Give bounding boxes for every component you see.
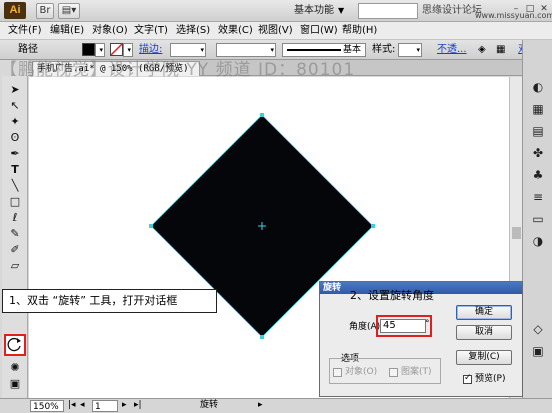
rotate-tool-icon[interactable] bbox=[4, 334, 26, 356]
arrange-docs-button[interactable]: ▤▾ bbox=[58, 3, 80, 19]
menu-object[interactable]: 对象(O) bbox=[92, 24, 128, 38]
panel-dock: ◐ ▦ ▤ ✤ ♣ ≡ ▭ ◑ ◇ ▣ bbox=[522, 40, 552, 398]
objects-label: 对象(O) bbox=[345, 367, 378, 377]
angle-highlight-box bbox=[376, 315, 432, 337]
artboards-icon[interactable]: ▣ bbox=[531, 344, 545, 358]
menu-window[interactable]: 窗口(W) bbox=[300, 24, 338, 38]
color-panel-icon[interactable]: ◐ bbox=[531, 80, 545, 94]
fill-swatch[interactable] bbox=[82, 43, 95, 56]
scroll-thumb[interactable] bbox=[512, 227, 521, 239]
gradient-panel-icon[interactable]: ▭ bbox=[531, 212, 545, 226]
current-tool-status: 旋转 bbox=[200, 400, 219, 410]
warp-tool-icon[interactable]: ✺ bbox=[5, 360, 25, 376]
pencil-icon[interactable]: ✎ bbox=[5, 226, 25, 242]
pattern-label: 图案(T) bbox=[401, 367, 432, 377]
paintbrush-icon[interactable]: ℓ bbox=[5, 210, 25, 226]
brushes-icon[interactable]: ✤ bbox=[531, 146, 545, 160]
brush-dropdown[interactable]: 基本 bbox=[282, 43, 366, 57]
workspace-switcher[interactable]: 基本功能 bbox=[262, 3, 334, 19]
magic-wand-icon[interactable]: ✦ bbox=[5, 114, 25, 130]
control-bar: 路径 ▾ ▾ 描边: ▾ ▾ 基本 样式: ▾ 不透... ◈ ▦ 对齐 bbox=[0, 40, 552, 60]
step1-callout: 1、双击 “旋转” 工具，打开对话框 bbox=[2, 289, 217, 313]
grid-icon[interactable]: ▦ bbox=[496, 43, 505, 57]
menu-help[interactable]: 帮助(H) bbox=[342, 24, 377, 38]
menu-file[interactable]: 文件(F) bbox=[8, 24, 42, 38]
symbols-icon[interactable]: ♣ bbox=[531, 168, 545, 182]
first-page-icon[interactable]: |◂ bbox=[68, 399, 76, 412]
copy-button[interactable]: 复制(C) bbox=[456, 350, 512, 365]
menu-view[interactable]: 视图(V) bbox=[258, 24, 293, 38]
menu-effect[interactable]: 效果(C) bbox=[218, 24, 253, 38]
anchor-point-right bbox=[371, 224, 375, 228]
stroke-swatch[interactable] bbox=[110, 43, 123, 56]
style-label: 样式: bbox=[372, 44, 396, 55]
last-page-icon[interactable]: ▸| bbox=[134, 399, 142, 412]
transparency-icon[interactable]: ◑ bbox=[531, 234, 545, 248]
anchor-point-bottom bbox=[260, 335, 264, 339]
zoom-field[interactable]: 150% bbox=[30, 400, 64, 412]
style-dropdown[interactable]: ▾ bbox=[398, 43, 422, 57]
objects-checkbox[interactable] bbox=[333, 368, 342, 377]
minimize-icon[interactable]: – bbox=[510, 3, 522, 15]
blob-brush-icon[interactable]: ✐ bbox=[5, 242, 25, 258]
stroke-dropdown[interactable]: ▾ bbox=[123, 43, 133, 57]
chevron-down-icon[interactable]: ▼ bbox=[338, 3, 350, 19]
prev-page-icon[interactable]: ◂ bbox=[80, 399, 85, 412]
menu-select[interactable]: 选择(S) bbox=[176, 24, 210, 38]
layers-icon[interactable]: ◇ bbox=[531, 322, 545, 336]
bridge-button[interactable]: Br bbox=[36, 3, 54, 19]
search-input[interactable] bbox=[358, 3, 418, 19]
rectangle-tool-icon[interactable]: □ bbox=[5, 194, 25, 210]
rotate-arrow-icon bbox=[7, 337, 21, 352]
status-bar: 150% |◂ ◂ 1 ▸ ▸| 旋转 ▸ bbox=[0, 398, 552, 413]
document-tab[interactable]: 手机广告.ai* @ 150% (RGB/预览) bbox=[32, 61, 200, 76]
no-stroke-icon bbox=[110, 43, 123, 56]
document-tab-bar: 手机广告.ai* @ 150% (RGB/预览) bbox=[28, 60, 522, 76]
menu-type[interactable]: 文字(T) bbox=[134, 24, 168, 38]
maximize-icon[interactable]: □ bbox=[524, 3, 536, 15]
stroke-panel-icon[interactable]: ≡ bbox=[531, 190, 545, 204]
app-logo: Ai bbox=[4, 2, 26, 19]
title-bar: Ai Br ▤▾ 基本功能 ▼ 思缘设计论坛 www.missyuan.com … bbox=[0, 0, 552, 22]
anchor-point-left bbox=[149, 224, 153, 228]
color-guide-icon[interactable]: ▦ bbox=[531, 102, 545, 116]
stroke-weight-field[interactable]: ▾ bbox=[170, 43, 206, 57]
fill-dropdown[interactable]: ▾ bbox=[95, 43, 105, 57]
type-tool-icon[interactable]: T bbox=[5, 162, 25, 178]
menu-bar: 文件(F) 编辑(E) 对象(O) 文字(T) 选择(S) 效果(C) 视图(V… bbox=[0, 22, 552, 40]
anchor-point-top bbox=[260, 113, 264, 117]
line-tool-icon[interactable]: ╲ bbox=[5, 178, 25, 194]
preview-label: 预览(P) bbox=[475, 374, 506, 384]
swatches-icon[interactable]: ▤ bbox=[531, 124, 545, 138]
recolor-icon[interactable]: ◈ bbox=[478, 43, 486, 57]
tools-panel: ➤ ↖ ✦ ʘ ✒ T ╲ □ ℓ ✎ ✐ ▱ ✺ ▣ bbox=[2, 76, 28, 398]
cancel-button[interactable]: 取消 bbox=[456, 325, 512, 340]
opacity-link[interactable]: 不透... bbox=[437, 43, 467, 57]
next-page-icon[interactable]: ▸ bbox=[122, 399, 127, 412]
brush-stroke-preview bbox=[287, 49, 341, 51]
preview-checkbox[interactable] bbox=[463, 373, 472, 384]
page-field[interactable]: 1 bbox=[92, 400, 118, 412]
step2-callout: 2、设置旋转角度 bbox=[350, 289, 434, 302]
gradient-tool-icon[interactable]: ▣ bbox=[5, 376, 25, 392]
stroke-link[interactable]: 描边: bbox=[139, 43, 162, 57]
eraser-icon[interactable]: ▱ bbox=[5, 258, 25, 274]
direct-selection-tool-icon[interactable]: ↖ bbox=[5, 98, 25, 114]
selection-type-label: 路径 bbox=[18, 44, 38, 55]
pen-tool-icon[interactable]: ✒ bbox=[5, 146, 25, 162]
site-watermark: 思缘设计论坛 bbox=[422, 5, 482, 16]
ok-button[interactable]: 确定 bbox=[456, 305, 512, 320]
variable-width-dropdown[interactable]: ▾ bbox=[216, 43, 276, 57]
pattern-checkbox[interactable] bbox=[389, 368, 398, 377]
selection-tool-icon[interactable]: ➤ bbox=[5, 82, 25, 98]
lasso-icon[interactable]: ʘ bbox=[5, 130, 25, 146]
menu-edit[interactable]: 编辑(E) bbox=[50, 24, 84, 38]
close-icon[interactable]: ✕ bbox=[538, 3, 550, 15]
brush-label: 基本 bbox=[343, 45, 362, 55]
status-menu-arrow-icon[interactable]: ▸ bbox=[258, 399, 263, 412]
